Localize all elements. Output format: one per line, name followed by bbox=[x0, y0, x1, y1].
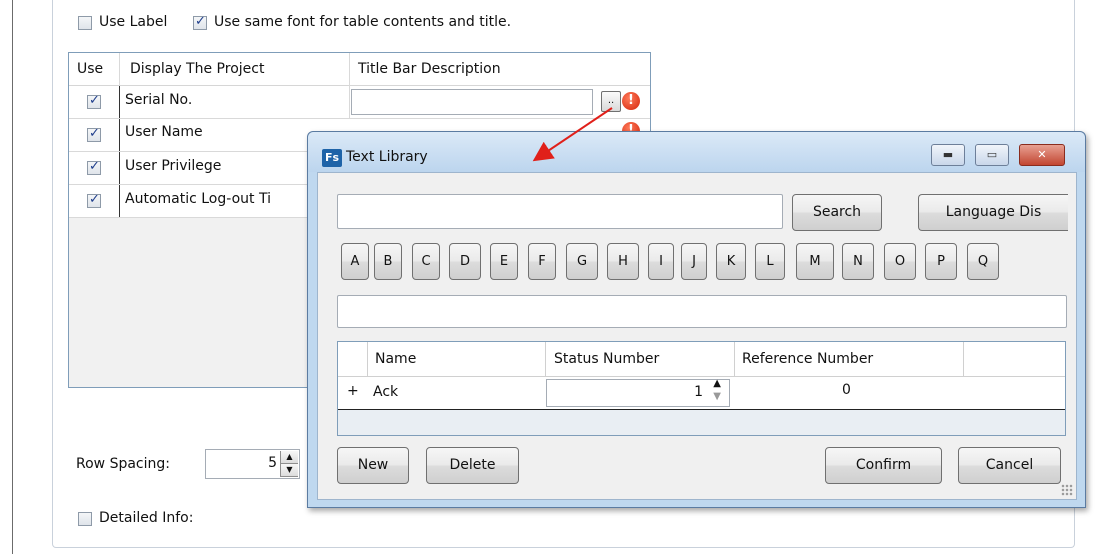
letter-button-a[interactable]: A bbox=[341, 243, 369, 280]
header-use: Use bbox=[77, 61, 104, 77]
letter-button-g[interactable]: G bbox=[566, 243, 598, 280]
maximize-icon[interactable]: ▭ bbox=[975, 144, 1009, 166]
cell-divider bbox=[119, 119, 120, 151]
table-row[interactable]: Serial No. .. ! bbox=[69, 86, 650, 119]
row-use-checkbox[interactable] bbox=[87, 93, 101, 109]
dialog-title: Text Library bbox=[346, 149, 428, 165]
dialog-title-bar[interactable]: Fs Text Library ▬ ▭ ✕ bbox=[308, 132, 1085, 172]
status-number-value: 1 bbox=[694, 384, 703, 400]
row-spacing-value: 5 bbox=[268, 455, 277, 471]
reference-number-value: 0 bbox=[842, 382, 851, 398]
spin-down-icon[interactable]: ▼ bbox=[281, 464, 298, 477]
letter-button-p[interactable]: P bbox=[925, 243, 957, 280]
row-project-label: Automatic Log-out Ti bbox=[125, 191, 271, 207]
confirm-button[interactable]: Confirm bbox=[825, 447, 942, 484]
text-content-input[interactable] bbox=[337, 295, 1067, 328]
spin-up-icon[interactable]: ▲ bbox=[281, 451, 298, 464]
new-button[interactable]: New bbox=[337, 447, 409, 484]
same-font-text: Use same font for table contents and tit… bbox=[214, 14, 512, 30]
title-bar-description-input[interactable] bbox=[351, 89, 593, 115]
letter-button-j[interactable]: J bbox=[681, 243, 707, 280]
cell-divider bbox=[119, 86, 120, 118]
table-row[interactable]: + Ack 1 ▲ ▼ 0 bbox=[338, 377, 1065, 410]
row-name: Ack bbox=[373, 384, 399, 400]
header-name: Name bbox=[375, 351, 417, 367]
row-use-checkbox[interactable] bbox=[87, 192, 101, 208]
same-font-checkbox[interactable] bbox=[193, 14, 207, 30]
row-spacing-label: Row Spacing: bbox=[76, 456, 170, 472]
letter-button-f[interactable]: F bbox=[528, 243, 556, 280]
header-title-bar: Title Bar Description bbox=[358, 61, 501, 77]
header-reference-number: Reference Number bbox=[742, 351, 874, 367]
cell-divider bbox=[119, 152, 120, 184]
warning-icon: ! bbox=[622, 92, 640, 110]
letter-button-k[interactable]: K bbox=[716, 243, 746, 280]
letter-button-e[interactable]: E bbox=[490, 243, 518, 280]
header-divider bbox=[349, 53, 350, 86]
window-edge bbox=[12, 0, 13, 554]
use-label-checkbox[interactable] bbox=[78, 16, 92, 30]
search-input[interactable] bbox=[337, 194, 783, 229]
cancel-button[interactable]: Cancel bbox=[958, 447, 1061, 484]
app-icon: Fs bbox=[322, 149, 342, 167]
row-project-label: User Privilege bbox=[125, 158, 222, 174]
detailed-info-checkbox[interactable] bbox=[78, 512, 92, 526]
detailed-info-label: Detailed Info: bbox=[99, 510, 194, 526]
spin-down-icon[interactable]: ▼ bbox=[713, 391, 721, 402]
letter-button-o[interactable]: O bbox=[884, 243, 916, 280]
text-library-dialog: Fs Text Library ▬ ▭ ✕ Search Language Di… bbox=[307, 131, 1086, 508]
delete-button[interactable]: Delete bbox=[426, 447, 519, 484]
cell-divider bbox=[349, 86, 350, 118]
letter-button-c[interactable]: C bbox=[412, 243, 440, 280]
letter-button-h[interactable]: H bbox=[607, 243, 639, 280]
letter-button-b[interactable]: B bbox=[374, 243, 402, 280]
row-spacing-stepper[interactable]: 5 ▲ ▼ bbox=[205, 449, 300, 479]
table-header: Use Display The Project Title Bar Descri… bbox=[69, 53, 650, 86]
header-divider bbox=[119, 53, 120, 86]
row-expander-icon[interactable]: + bbox=[347, 383, 359, 399]
letter-button-i[interactable]: I bbox=[648, 243, 674, 280]
library-table-header: Name Status Number Reference Number bbox=[338, 342, 1065, 377]
row-use-checkbox[interactable] bbox=[87, 159, 101, 175]
letter-button-q[interactable]: Q bbox=[967, 243, 999, 280]
text-library-table: Name Status Number Reference Number + Ac… bbox=[337, 341, 1066, 436]
spin-up-icon[interactable]: ▲ bbox=[713, 378, 721, 389]
row-project-label: User Name bbox=[125, 124, 203, 140]
language-display-button[interactable]: Language Dis bbox=[918, 194, 1068, 231]
letter-button-m[interactable]: M bbox=[796, 243, 834, 280]
search-button[interactable]: Search bbox=[792, 194, 882, 231]
text-library-browse-button[interactable]: .. bbox=[601, 91, 621, 112]
status-number-stepper[interactable]: 1 ▲ ▼ bbox=[546, 378, 730, 407]
row-project-label: Serial No. bbox=[125, 92, 193, 108]
resize-grip-icon[interactable] bbox=[1061, 484, 1073, 496]
row-use-checkbox[interactable] bbox=[87, 126, 101, 142]
letter-button-d[interactable]: D bbox=[449, 243, 481, 280]
header-display-project: Display The Project bbox=[130, 61, 265, 77]
cell-divider bbox=[119, 185, 120, 217]
minimize-icon[interactable]: ▬ bbox=[931, 144, 965, 166]
close-icon[interactable]: ✕ bbox=[1019, 144, 1065, 166]
letter-button-l[interactable]: L bbox=[755, 243, 785, 280]
header-status-number: Status Number bbox=[554, 351, 660, 367]
use-label-text: Use Label bbox=[99, 14, 168, 30]
dialog-client: Search Language Dis A B C D E F G H I J … bbox=[317, 172, 1077, 500]
letter-button-n[interactable]: N bbox=[842, 243, 874, 280]
